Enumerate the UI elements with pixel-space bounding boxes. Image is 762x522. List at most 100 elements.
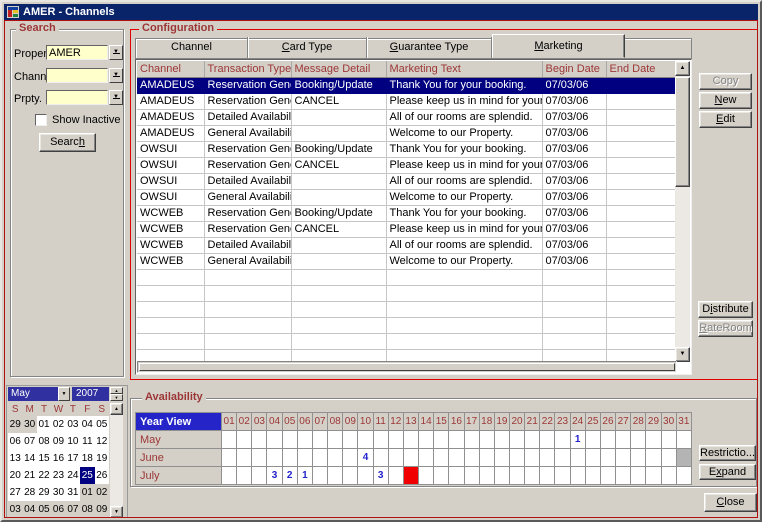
scroll-up-icon[interactable]: ▲ [110,403,123,415]
table-row[interactable]: AMADEUSDetailed AvailabilityAll of our r… [137,109,677,125]
property-lov-button[interactable]: ▼ [109,45,123,60]
calendar-day[interactable]: 01 [37,416,51,433]
availability-cell[interactable]: 3 [267,467,282,485]
availability-cell[interactable] [661,449,676,467]
availability-cell[interactable] [297,449,312,467]
availability-cell[interactable] [600,467,615,485]
availability-cell[interactable] [494,431,509,449]
availability-cell[interactable] [267,449,282,467]
channel-lov-button[interactable]: ▼ [109,68,123,83]
calendar-day[interactable]: 26 [95,467,109,484]
availability-cell[interactable] [434,467,449,485]
calendar-day[interactable]: 27 [8,484,22,501]
availability-cell[interactable] [525,431,540,449]
availability-cell[interactable] [237,467,252,485]
calendar-day[interactable]: 03 [66,416,80,433]
calendar-day[interactable]: 05 [95,416,109,433]
availability-cell[interactable] [419,431,434,449]
close-button[interactable]: Close [704,493,757,512]
availability-cell[interactable] [252,449,267,467]
availability-cell[interactable] [540,431,555,449]
availability-cell[interactable] [282,431,297,449]
calendar-day[interactable]: 11 [80,433,94,450]
chevron-down-icon[interactable]: ▼ [58,387,70,401]
calendar-day[interactable]: 20 [8,467,22,484]
column-header[interactable]: Marketing Text [386,61,542,77]
availability-cell[interactable] [328,431,343,449]
expand-button[interactable]: Expand [699,464,756,480]
calendar-day[interactable]: 13 [8,450,22,467]
availability-cell[interactable] [464,467,479,485]
availability-cell[interactable] [646,467,661,485]
show-inactive-checkbox[interactable] [35,114,47,126]
availability-cell[interactable] [570,449,585,467]
calendar-day[interactable]: 02 [51,416,65,433]
calendar-day[interactable]: 05 [37,501,51,518]
availability-cell[interactable] [646,449,661,467]
availability-cell[interactable] [494,449,509,467]
availability-cell[interactable] [388,449,403,467]
calendar-day[interactable]: 23 [51,467,65,484]
spin-up-icon[interactable]: ▲ [110,387,123,394]
calendar-day[interactable]: 29 [8,416,22,433]
availability-cell[interactable] [479,467,494,485]
calendar-scrollbar[interactable]: ▲ ▼ [110,403,123,518]
availability-cell[interactable] [616,449,631,467]
calendar-day[interactable]: 08 [80,501,94,518]
calendar-day[interactable]: 30 [22,416,36,433]
availability-cell[interactable] [449,467,464,485]
availability-cell[interactable] [525,449,540,467]
availability-cell[interactable] [661,467,676,485]
availability-cell[interactable] [312,449,327,467]
scrollbar-thumb[interactable] [139,363,675,371]
calendar-day[interactable]: 08 [37,433,51,450]
availability-cell[interactable] [388,431,403,449]
calendar-day[interactable]: 25 [80,467,94,484]
tab-channel[interactable]: Channel [136,37,248,58]
availability-cell[interactable] [585,449,600,467]
calendar-day[interactable]: 16 [51,450,65,467]
availability-cell[interactable] [646,431,661,449]
table-row[interactable]: AMADEUSGeneral AvailabilityWelcome to ou… [137,125,677,141]
calendar-day[interactable]: 18 [80,450,94,467]
availability-cell[interactable] [358,431,373,449]
tab-card-type[interactable]: Card Type [248,37,367,58]
search-button[interactable]: Search [39,133,96,152]
availability-cell[interactable] [540,467,555,485]
availability-cell[interactable] [585,431,600,449]
column-header[interactable]: Transaction Type [204,61,291,77]
availability-cell[interactable] [419,449,434,467]
availability-cell[interactable]: 3 [373,467,388,485]
availability-cell[interactable] [494,467,509,485]
availability-cell[interactable] [267,431,282,449]
availability-cell[interactable] [631,467,646,485]
availability-cell[interactable] [509,449,524,467]
table-row[interactable]: WCWEBDetailed AvailabilityAll of our roo… [137,237,677,253]
calendar-day[interactable]: 21 [22,467,36,484]
calendar-day[interactable]: 17 [66,450,80,467]
column-header[interactable]: Channel [137,61,204,77]
prpty-id-input[interactable] [46,90,108,105]
availability-cell[interactable] [616,431,631,449]
calendar-day[interactable]: 04 [22,501,36,518]
scroll-down-icon[interactable]: ▼ [110,506,123,518]
availability-cell[interactable] [343,431,358,449]
calendar-day[interactable]: 06 [8,433,22,450]
prpty-id-lov-button[interactable]: ▼ [109,90,123,105]
year-view-header[interactable]: Year View [136,413,222,431]
availability-cell[interactable] [403,449,418,467]
availability-cell[interactable] [449,449,464,467]
scroll-down-icon[interactable]: ▼ [675,347,690,362]
availability-cell[interactable] [555,431,570,449]
calendar-day[interactable]: 10 [66,433,80,450]
availability-cell[interactable] [373,431,388,449]
availability-cell[interactable] [600,449,615,467]
tab-marketing[interactable]: Marketing [492,34,625,58]
availability-cell[interactable] [479,431,494,449]
availability-cell[interactable] [358,467,373,485]
availability-cell[interactable] [222,467,237,485]
availability-cell[interactable] [222,431,237,449]
new-button[interactable]: New [699,92,752,109]
availability-cell[interactable]: 1 [570,431,585,449]
table-vertical-scrollbar[interactable]: ▲ ▼ [675,61,690,362]
